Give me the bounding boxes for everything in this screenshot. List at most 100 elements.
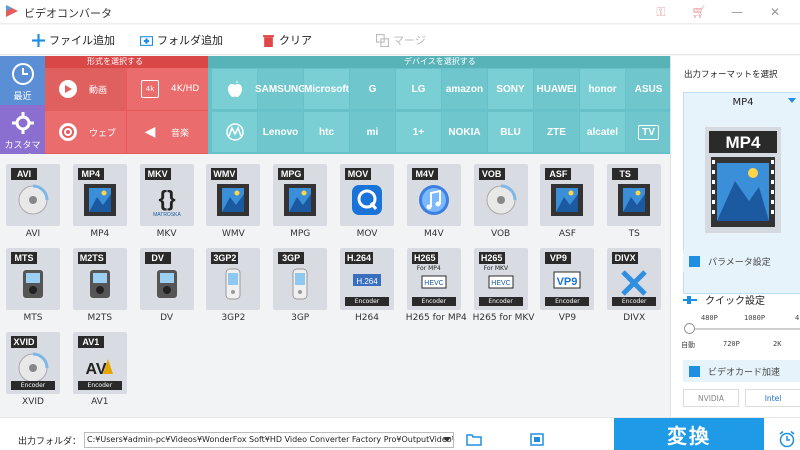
trash-icon — [263, 34, 274, 47]
quick-settings-icon — [683, 295, 697, 304]
cart-icon[interactable]: 🛒︎ — [690, 3, 708, 21]
format-icon: AV1 AV Encoder — [72, 332, 127, 394]
open-output-folder-icon[interactable] — [530, 433, 544, 446]
format-label: 3GP — [291, 313, 310, 323]
format-icon: WMV — [206, 164, 261, 226]
format-category-label: 4K/HD — [171, 84, 200, 94]
key-icon[interactable]: ⚿ — [652, 3, 670, 21]
format-category-4khd[interactable]: 4k 4K/HD — [127, 68, 208, 110]
minimize-icon[interactable]: — — [728, 3, 746, 21]
format-tag: 3GP2 — [211, 252, 239, 264]
format-tile-avi[interactable]: AVI AVI — [5, 164, 61, 242]
encoder-badge: Encoder — [411, 297, 456, 306]
convert-button[interactable]: 変換 — [614, 418, 764, 450]
brand-samsung[interactable]: SAMSUNG — [255, 69, 306, 109]
format-icon: ASF — [540, 164, 595, 226]
brand-honor[interactable]: honor — [580, 69, 625, 109]
format-tag: MTS — [11, 252, 37, 264]
nvidia-label: NVIDIA — [697, 393, 725, 403]
svg-text:H.264: H.264 — [356, 277, 378, 286]
format-category-web[interactable]: ウェブ — [45, 111, 126, 153]
format-tile-xvid[interactable]: XVID Encoder XVID — [5, 332, 61, 410]
add-file-button[interactable]: ファイル追加 — [32, 31, 115, 49]
brand-1-[interactable]: 1+ — [396, 112, 441, 152]
browse-folder-icon[interactable] — [466, 433, 482, 446]
merge-button[interactable]: マージ — [376, 31, 426, 49]
brand-label: honor — [588, 83, 617, 95]
format-tile-vob[interactable]: VOB VOB — [473, 164, 529, 242]
format-tile-mts[interactable]: MTS MTS — [5, 248, 61, 326]
intel-option[interactable]: Intel — [745, 389, 800, 407]
phone-icon — [225, 268, 241, 300]
brand-mi[interactable]: mi — [350, 112, 395, 152]
format-tag: M4V — [411, 168, 438, 180]
brand-huawei[interactable]: HUAWEI — [534, 69, 579, 109]
clear-button[interactable]: クリア — [262, 31, 312, 49]
brand-lg[interactable]: LG — [396, 69, 441, 109]
format-tile-mpg[interactable]: MPG MPG — [272, 164, 328, 242]
video-converter-window: { "window": { "title": "ビデオコンバータ" }, "to… — [0, 0, 800, 450]
format-tile-av1[interactable]: AV1 AV Encoder AV1 — [72, 332, 128, 410]
format-tag: VP9 — [545, 252, 572, 264]
format-label: MTS — [23, 313, 43, 323]
format-tile-h265-for-mp4[interactable]: H265 For MP4 HEVC Encoder H265 for MP4 — [406, 248, 467, 326]
close-icon[interactable]: ✕ — [766, 3, 784, 21]
format-tile-mov[interactable]: MOV MOV — [339, 164, 395, 242]
format-label: VOB — [490, 229, 511, 239]
dropdown-arrow-icon[interactable] — [443, 437, 451, 442]
brand-alcatel[interactable]: alcatel — [580, 112, 625, 152]
format-category-video[interactable]: 動画 — [45, 68, 126, 110]
format-tag: DV — [144, 252, 171, 264]
brand-asus[interactable]: ASUS — [626, 69, 671, 109]
format-tile-m2ts[interactable]: M2TS M2TS — [72, 248, 128, 326]
brand-htc[interactable]: htc — [304, 112, 349, 152]
brand-lenovo[interactable]: Lenovo — [258, 112, 303, 152]
brand-sony[interactable]: SONY — [488, 69, 533, 109]
format-tile-ts[interactable]: TS TS — [606, 164, 662, 242]
slider-thumb[interactable] — [684, 323, 695, 334]
gpu-acceleration-button[interactable]: ビデオカード加速 — [683, 360, 800, 382]
format-tile-m4v[interactable]: M4V M4V — [406, 164, 462, 242]
format-tag: H265 — [478, 252, 505, 264]
brand-g[interactable]: G — [350, 69, 395, 109]
brand-label: LG — [411, 83, 426, 95]
parameter-settings-button[interactable]: パラメータ設定 — [683, 250, 800, 272]
tab-recent[interactable]: 最近 — [0, 56, 45, 105]
brand-apple-icon[interactable] — [212, 69, 257, 109]
camcorder-icon — [89, 270, 110, 298]
format-icon: DIVX Encoder — [607, 248, 662, 310]
format-tile-vp9[interactable]: VP9 VP9 Encoder VP9 — [539, 248, 595, 326]
brand-blu[interactable]: BLU — [488, 112, 533, 152]
format-tile-asf[interactable]: ASF ASF — [539, 164, 595, 242]
brand-microsoft[interactable]: Microsoft — [304, 69, 349, 109]
add-folder-button[interactable]: フォルダ追加 — [140, 31, 223, 49]
output-folder-path[interactable]: C:¥Users¥admin-pc¥Videos¥WonderFox Soft¥… — [84, 432, 454, 448]
format-tile-mp4[interactable]: MP4 MP4 — [72, 164, 128, 242]
quality-slider[interactable] — [684, 323, 800, 334]
format-label: M2TS — [87, 313, 113, 323]
format-tile-dv[interactable]: DV DV — [139, 248, 195, 326]
format-category-music[interactable]: ◀︎ 音楽 — [127, 111, 208, 153]
mp4-format-icon: MP4 — [705, 127, 781, 233]
format-tile-wmv[interactable]: WMV WMV — [205, 164, 261, 242]
format-tile-3gp2[interactable]: 3GP2 3GP2 — [205, 248, 261, 326]
tab-customize[interactable]: カスタマイズ — [0, 105, 45, 164]
brand-tv[interactable]: TV — [626, 112, 671, 152]
format-section: 形式を選択する 動画 4k 4K/HD ウェブ ◀︎ 音楽 — [45, 56, 208, 154]
alarm-clock-icon[interactable] — [778, 430, 796, 448]
brand-motorola-icon[interactable] — [212, 112, 257, 152]
brand-zte[interactable]: ZTE — [534, 112, 579, 152]
nvidia-option[interactable]: NVIDIA — [683, 389, 739, 407]
format-tile-h265-for-mkv[interactable]: H265 For MKV HEVC Encoder H265 for MKV — [473, 248, 534, 326]
brand-label: alcatel — [586, 126, 619, 138]
brand-nokia[interactable]: NOKIA — [442, 112, 487, 152]
dropdown-arrow-icon[interactable] — [788, 98, 796, 103]
brand-amazon[interactable]: amazon — [442, 69, 487, 109]
format-tile-h264[interactable]: H.264 H.264 Encoder H264 — [339, 248, 395, 326]
matroska-icon: {}MATROSKA — [153, 186, 181, 218]
format-tile-divx[interactable]: DIVX Encoder DIVX — [606, 248, 662, 326]
parameter-settings-label: パラメータ設定 — [708, 257, 771, 268]
format-tile-3gp[interactable]: 3GP 3GP — [272, 248, 328, 326]
slider-label-480p: 480P — [701, 314, 718, 322]
format-tile-mkv[interactable]: MKV {} MATROSKA MKV — [139, 164, 195, 242]
